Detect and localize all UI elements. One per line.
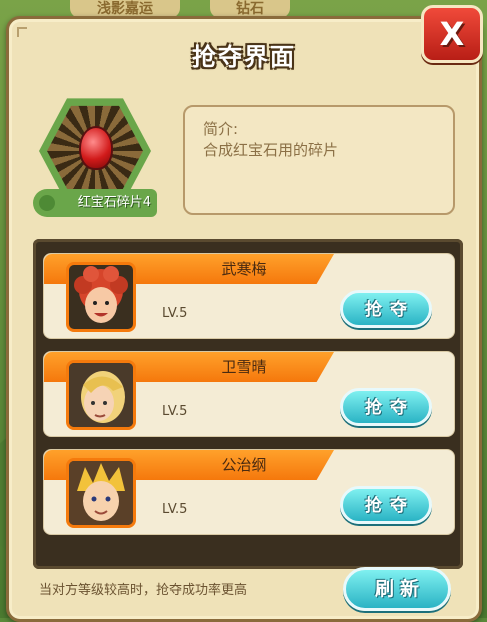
opponent-row: 公治纲 LV.5 抢夺	[43, 449, 455, 535]
grab-button[interactable]: 抢夺	[340, 388, 432, 426]
footer-tip: 当对方等级较高时，抢夺成功率更高	[39, 583, 248, 598]
opponent-level: LV.5	[162, 404, 188, 419]
opponent-name: 公治纲	[221, 456, 267, 474]
description-title: 简介:	[203, 120, 239, 138]
opponent-name: 卫雪晴	[221, 358, 267, 376]
red-hair-girl-avatar[interactable]	[66, 262, 136, 332]
opponent-level: LV.5	[162, 306, 188, 321]
blonde-woman-avatar[interactable]	[66, 360, 136, 430]
grab-button[interactable]: 抢夺	[340, 290, 432, 328]
grab-button[interactable]: 抢夺	[340, 486, 432, 524]
opponent-list: 武寒梅 LV.5 抢夺 卫雪晴 LV.5 抢夺 公治纲 LV.5 抢夺	[33, 239, 463, 569]
item-name-label: 红宝石碎片4	[33, 189, 157, 217]
grab-dialog: 抢夺界面 X 红宝石碎片4 简介: 合成红宝石用的碎片 武寒梅 LV.5 抢夺 …	[6, 5, 483, 622]
opponent-name: 武寒梅	[221, 260, 267, 278]
item-description-box: 简介: 合成红宝石用的碎片	[183, 105, 455, 215]
dialog-header: 抢夺界面	[9, 19, 479, 89]
opponent-row: 武寒梅 LV.5 抢夺	[43, 253, 455, 339]
description-text: 合成红宝石用的碎片	[203, 141, 339, 159]
dialog-title: 抢夺界面	[192, 42, 296, 71]
opponent-level: LV.5	[162, 502, 188, 517]
close-icon: X	[439, 15, 465, 53]
opponent-row: 卫雪晴 LV.5 抢夺	[43, 351, 455, 437]
refresh-button[interactable]: 刷新	[343, 567, 451, 611]
ruby-fragment-icon	[79, 126, 113, 170]
close-button[interactable]: X	[421, 5, 483, 63]
spiky-blonde-boy-avatar[interactable]	[66, 458, 136, 528]
